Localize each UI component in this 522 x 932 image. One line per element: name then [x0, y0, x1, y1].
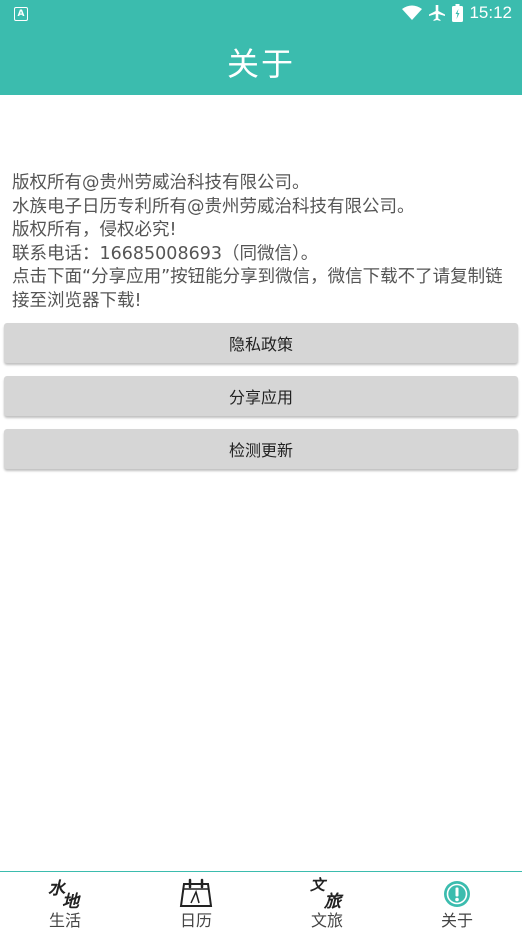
nav-item-life[interactable]: 水 地 生活: [0, 872, 130, 932]
nav-label-calendar: 日历: [179, 911, 212, 930]
nav-item-about[interactable]: 关于: [392, 872, 522, 932]
nav-label-culture-travel: 文旅: [310, 911, 343, 930]
contact-phone-line: 联系电话：16685008693（同微信）。: [12, 243, 319, 264]
nav-label-life: 生活: [48, 911, 81, 930]
clock-time: 15:12: [469, 3, 512, 22]
info-icon: [443, 872, 471, 908]
app-bar: 关于: [0, 28, 522, 95]
page-title: 关于: [226, 44, 295, 83]
copyright-line: 版权所有@贵州劳威治科技有限公司。: [12, 173, 310, 193]
about-text: 版权所有@贵州劳威治科技有限公司。 水族电子日历专利所有@贵州劳威治科技有限公司…: [12, 172, 512, 313]
wifi-icon: [402, 5, 423, 21]
check-update-button[interactable]: 检测更新: [4, 429, 518, 469]
nav-label-about: 关于: [440, 911, 473, 930]
share-instruction-line: 点击下面“分享应用”按钮能分享到微信，微信下载不了请复制链接至浏览器下载!: [12, 267, 503, 311]
bottom-navigation: 水 地 生活 日历 文 旅 文旅 关于: [0, 871, 522, 932]
calendar-icon: [179, 872, 213, 908]
nav-item-calendar[interactable]: 日历: [131, 872, 261, 932]
status-bar: A 15:12: [0, 0, 522, 28]
wen-lv-calligraphy-icon: 文 旅: [310, 876, 341, 912]
patent-line: 水族电子日历专利所有@贵州劳威治科技有限公司。: [12, 196, 415, 217]
battery-icon: [452, 4, 464, 22]
privacy-policy-button[interactable]: 隐私政策: [4, 323, 518, 363]
notification-icon: A: [14, 7, 28, 21]
rights-reserved-line: 版权所有，侵权必究!: [12, 220, 177, 240]
share-app-button[interactable]: 分享应用: [4, 376, 518, 416]
nav-item-culture-travel[interactable]: 文 旅 文旅: [262, 872, 392, 932]
shui-di-calligraphy-icon: 水 地: [48, 879, 79, 912]
airplane-mode-icon: [428, 4, 446, 22]
